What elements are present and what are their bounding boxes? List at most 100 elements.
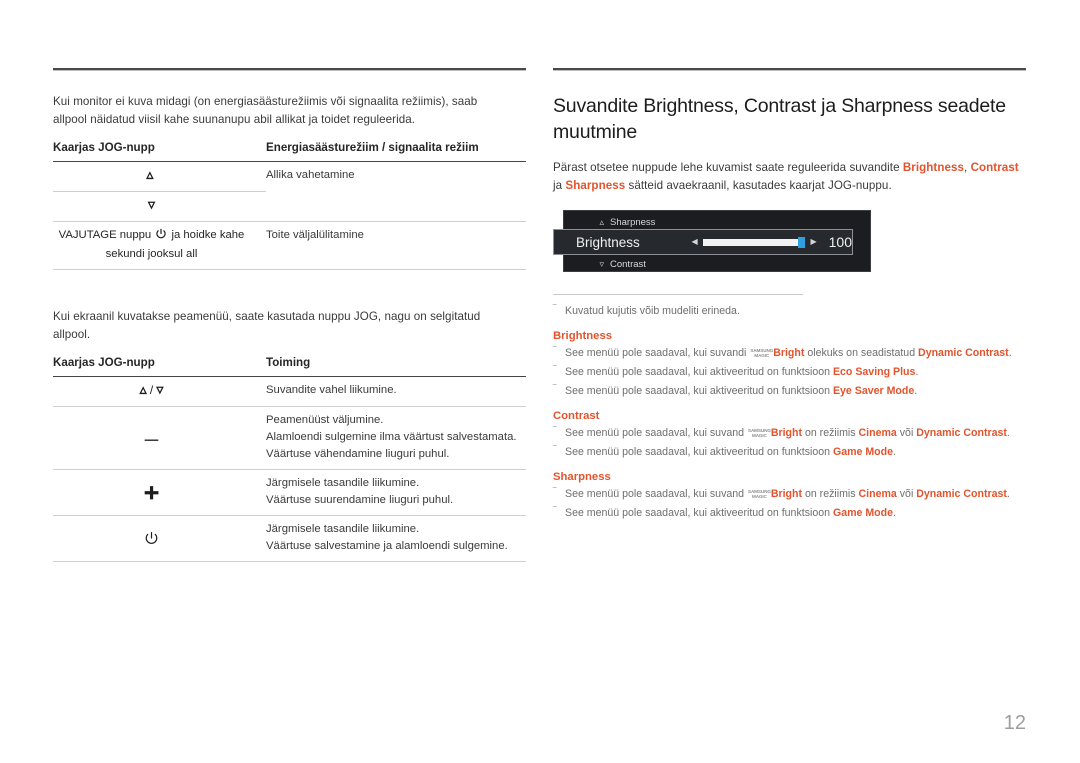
note-item: ‾ See menüü pole saadaval, kui aktiveeri… [553,364,1026,380]
right-intro-paragraph: Pärast otsetee nuppude lehe kuvamist saa… [553,159,1026,194]
table-header-row: Kaarjas JOG-nupp Toiming [53,356,526,377]
note-item: ‾ See menüü pole saadaval, kui aktiveeri… [553,505,1026,521]
table2-header-action: Toiming [266,356,526,377]
right-column: Suvandite Brightness, Contrast ja Sharpn… [553,68,1026,524]
link-sharpness[interactable]: Sharpness [565,179,625,192]
note-dash: ‾ [553,346,557,357]
note-post: . [893,446,896,458]
notes-separator [553,294,803,295]
chevron-up-icon: ▵︎ [139,381,147,397]
note-mid-2: või [896,427,917,439]
action-line: Alamloendi sulgemine ilma väärtust salve… [266,431,517,443]
note-bright: Bright [773,347,805,359]
note-accent: Game Mode [832,446,894,458]
note-accent-2: Dynamic Contrast [916,427,1007,439]
action-line: Väärtuse suurendamine liuguri puhul. [266,494,454,506]
left-intro-paragraph: Kui monitor ei kuva midagi (on energiasä… [53,95,478,126]
column-rule [553,68,1026,71]
left-column: Kui monitor ei kuva midagi (on energiasä… [53,68,526,562]
jog-power-action: Järgmisele tasandile liikumine. Väärtuse… [266,515,526,562]
page-title: Suvandite Brightness, Contrast ja Sharpn… [553,95,1006,143]
jog-plus-key: ➕︎ [53,469,266,516]
jog-updown-key: ▵︎ / ▿︎ [53,376,266,407]
note-dash: ‾ [553,365,557,376]
link-contrast[interactable]: Contrast [971,161,1019,174]
note-dash: ‾ [553,487,557,498]
osd-item-brightness-selected[interactable]: Brightness ◀︎ ▶︎ 100 [553,229,853,255]
samsung-magic-logo: SAMSUNG MAGIC [748,429,771,438]
osd-item-contrast[interactable]: ▿︎ Contrast [564,255,872,274]
intro-text-part2: sätteid avaekraanil, kasutades kaarjat J… [625,178,892,192]
action-line: Suvandite vahel liikumine. [266,384,397,396]
note-general: ‾ Kuvatud kujutis võib mudeliti erineda. [553,303,1026,319]
jog-power-table: Kaarjas JOG-nupp Energiasäästurežiim / s… [53,141,526,270]
manual-page: Kui monitor ei kuva midagi (on energiasä… [0,0,1080,763]
triangle-right-icon[interactable]: ▶︎ [810,238,816,246]
slash-separator: / [149,383,154,397]
table-row: ▿︎ [53,191,526,222]
jog-plus-action: Järgmisele tasandile liikumine. Väärtuse… [266,469,526,516]
jog-updown-action: Suvandite vahel liikumine. [266,376,526,407]
note-dash: ‾ [553,445,557,456]
note-item: ‾ See menüü pole saadaval, kui aktiveeri… [553,383,1026,399]
note-item: ‾ See menüü pole saadaval, kui suvandi S… [553,345,1026,361]
note-mid-2: või [896,488,917,500]
note-text: Kuvatud kujutis võib mudeliti erineda. [565,305,740,317]
magic-line-2: MAGIC [751,494,767,499]
note-accent-2: Dynamic Contrast [916,488,1007,500]
osd-sharpness-label: Sharpness [610,217,656,228]
table-row: ▵︎ Allika vahetamine [53,161,526,192]
table1-header-action: Energiasäästurežiim / signaalita režiim [266,141,526,162]
note-bright: Bright [770,427,803,439]
triangle-left-icon[interactable]: ◀︎ [692,238,698,246]
note-accent: Dynamic Contrast [918,347,1009,359]
plus-icon: ➕︎ [144,483,159,504]
table-header-row: Kaarjas JOG-nupp Energiasäästurežiim / s… [53,141,526,162]
note-dash: ‾ [553,426,557,437]
note-post: . [915,366,919,378]
jog-minus-action: Peamenüüst väljumine. Alamloendi sulgemi… [266,406,526,470]
power-hold-action: Toite väljalülitamine [266,221,526,270]
chevron-down-icon: ▿︎ [599,259,604,269]
note-item: ‾ See menüü pole saadaval, kui aktiveeri… [553,444,1026,460]
chevron-down-icon: ▿︎ [156,381,164,397]
samsung-magic-logo: SAMSUNG MAGIC [750,349,773,358]
note-mid: olekuks on seadistatud [804,347,919,359]
action-line: Väärtuse salvestamine ja alamloendi sulg… [266,540,508,552]
brightness-slider[interactable] [702,236,806,248]
note-accent: Game Mode [832,507,894,519]
osd-brightness-label: Brightness [576,234,640,250]
power-icon [144,532,159,549]
note-post: . [914,385,918,397]
jog-down-key: ▿︎ [53,191,266,222]
osd-contrast-label: Contrast [610,259,646,270]
slider-handle[interactable] [798,236,806,248]
jog-up-key: ▵︎ [53,161,266,192]
note-text: See menüü pole saadaval, kui aktiveeritu… [565,385,833,397]
link-brightness[interactable]: Brightness [903,161,964,174]
magic-line-2: MAGIC [751,433,767,438]
note-heading-sharpness: Sharpness [553,471,611,483]
table-row: Järgmisele tasandile liikumine. Väärtuse… [53,515,526,562]
column-rule [53,68,526,71]
note-post: . [893,507,896,519]
chevron-down-icon: ▿︎ [147,196,156,212]
action-line: Peamenüüst väljumine. [266,414,384,426]
note-heading-contrast: Contrast [553,410,600,422]
table-row: ─ Peamenüüst väljumine. Alamloendi sulge… [53,406,526,470]
power-hold-text-before: VAJUTAGE nuppu [58,229,152,241]
note-bright: Bright [770,488,803,500]
jog-minus-key: ─ [53,406,266,470]
intro-text-part1: Pärast otsetee nuppude lehe kuvamist saa… [553,161,903,174]
note-mid: on režiimis [802,488,859,500]
note-accent: Eye Saver Mode [832,385,915,397]
jog-menu-table: Kaarjas JOG-nupp Toiming ▵︎ / ▿︎ Suvandi… [53,356,526,562]
note-item: ‾ See menüü pole saadaval, kui suvand SA… [553,425,1026,441]
samsung-magic-logo: SAMSUNG MAGIC [748,490,771,499]
note-accent: Cinema [858,427,897,439]
power-hold-key: VAJUTAGE nuppu ja hoidke kahe sekundi jo… [53,221,266,270]
note-text: See menüü pole saadaval, kui suvand [565,488,747,500]
note-post: . [1006,427,1010,439]
power-icon [155,228,170,243]
osd-brightness-value: 100 [828,234,852,250]
